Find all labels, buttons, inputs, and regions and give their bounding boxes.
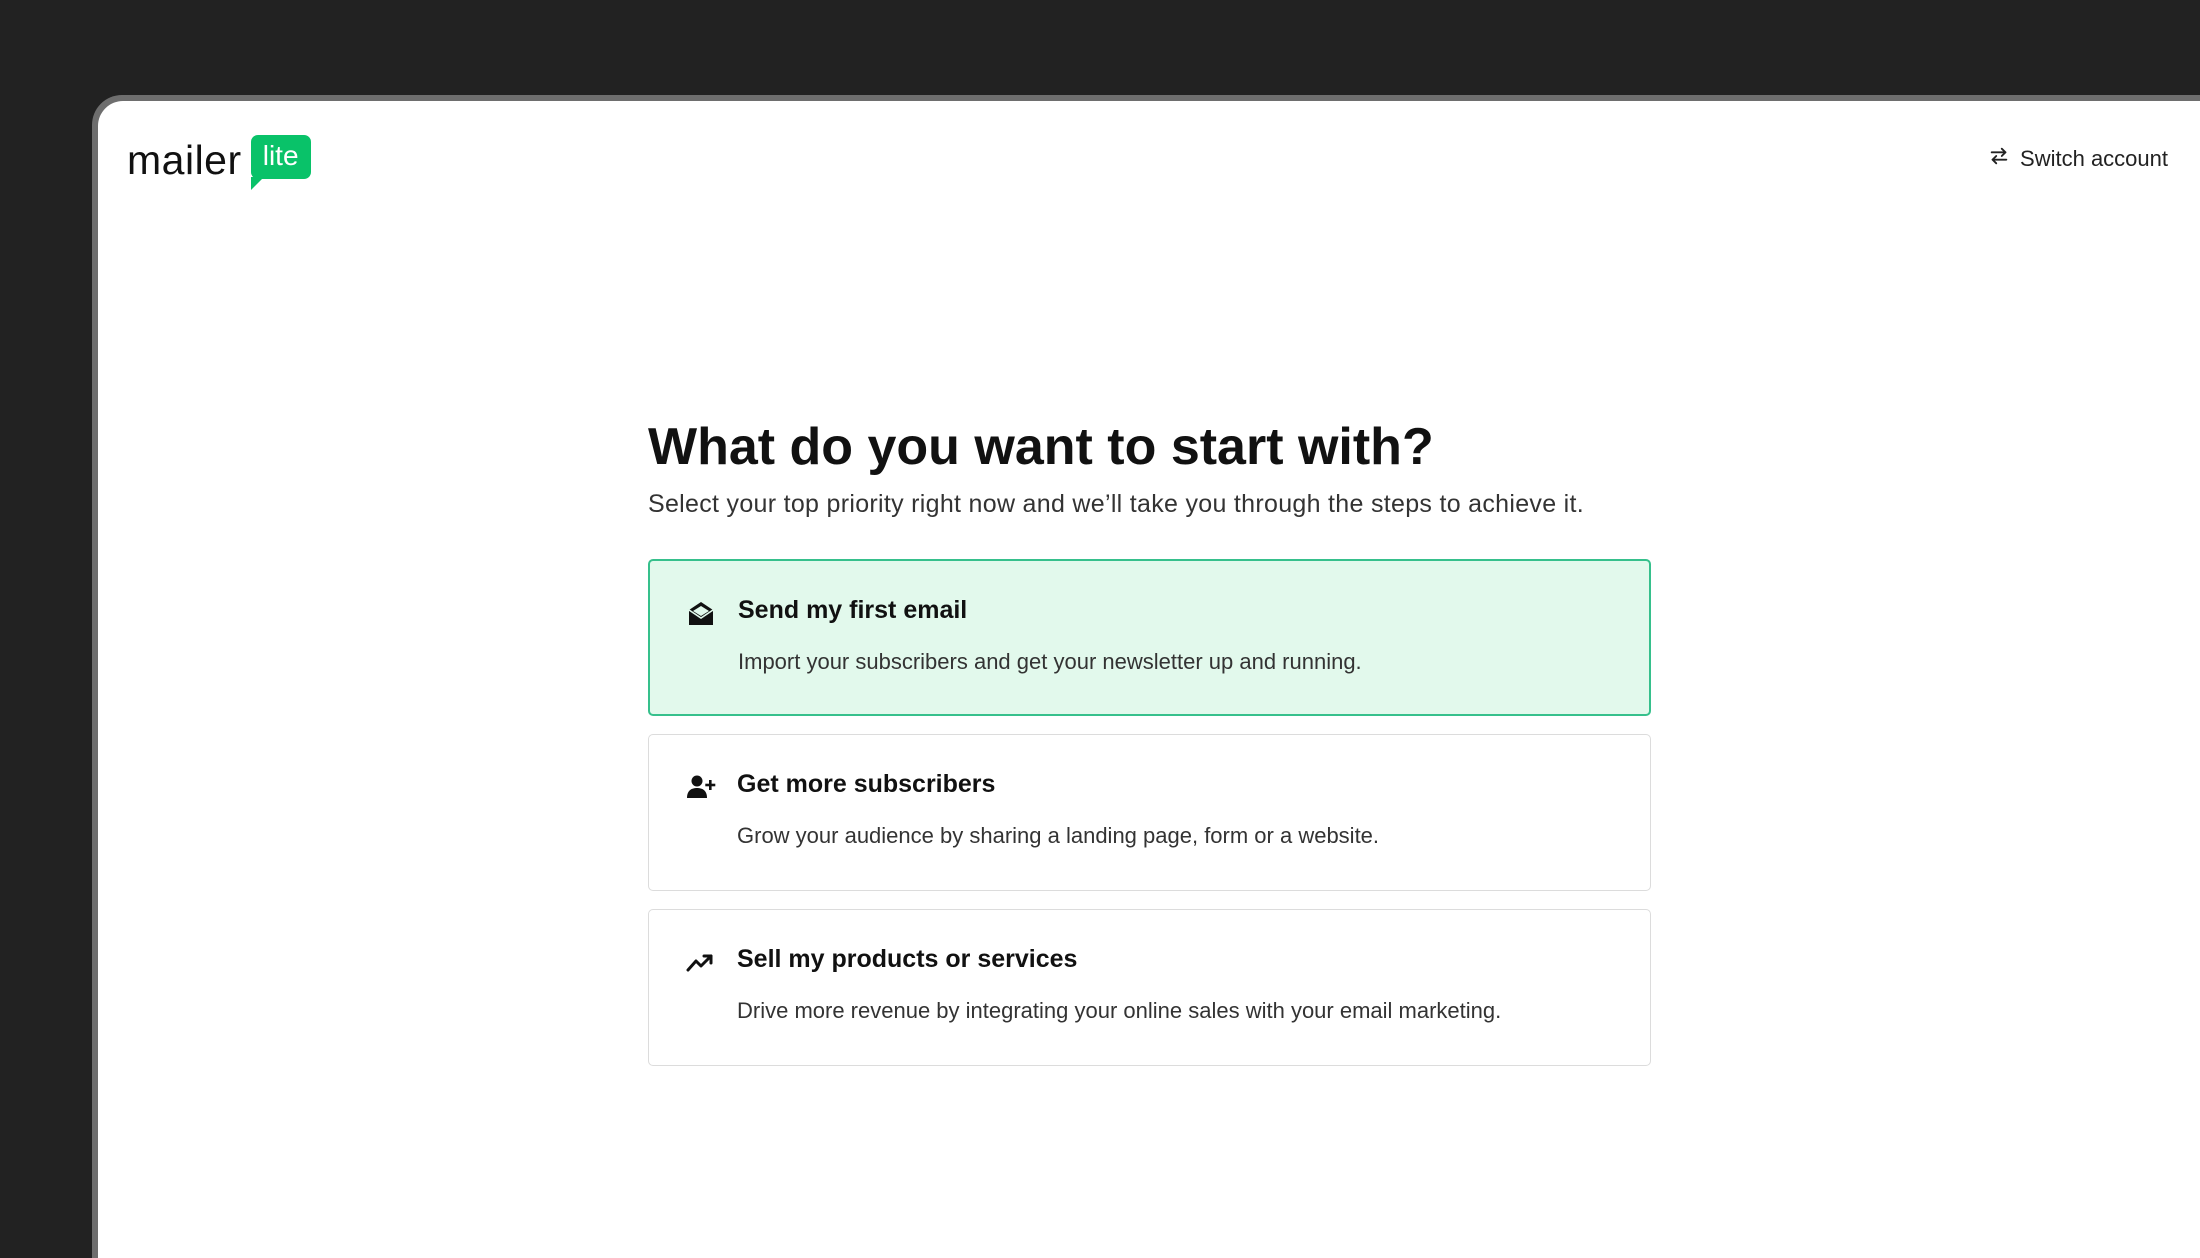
switch-account-button[interactable]: Switch account [1988, 145, 2168, 173]
option-get-more-subscribers[interactable]: Get more subscribers Grow your audience … [648, 734, 1651, 892]
main-content: What do you want to start with? Select y… [648, 418, 1652, 1084]
option-send-first-email[interactable]: Send my first email Import your subscrib… [648, 559, 1651, 717]
option-title: Sell my products or services [737, 945, 1078, 974]
logo-wordmark: mailer [127, 137, 242, 183]
envelope-open-icon [685, 597, 717, 629]
option-description: Grow your audience by sharing a landing … [737, 823, 1380, 849]
switch-account-label: Switch account [2020, 146, 2168, 171]
mailerlite-logo[interactable]: mailer lite [127, 131, 311, 190]
page-title: What do you want to start with? [648, 418, 1434, 476]
option-title: Send my first email [738, 596, 968, 625]
top-bar: mailer lite Switch account [98, 101, 2200, 221]
page-subtitle: Select your top priority right now and w… [648, 490, 1585, 519]
trending-up-icon [684, 946, 716, 978]
option-sell-products[interactable]: Sell my products or services Drive more … [648, 909, 1651, 1067]
app-window: mailer lite Switch account What do you w… [98, 101, 2200, 1258]
user-plus-icon [684, 771, 716, 803]
option-description: Import your subscribers and get your new… [738, 649, 1362, 675]
option-description: Drive more revenue by integrating your o… [737, 998, 1502, 1024]
swap-arrows-icon [1988, 145, 2010, 173]
priority-options: Send my first email Import your subscrib… [648, 559, 1652, 1067]
logo-badge: lite [250, 135, 311, 190]
option-title: Get more subscribers [737, 770, 996, 799]
